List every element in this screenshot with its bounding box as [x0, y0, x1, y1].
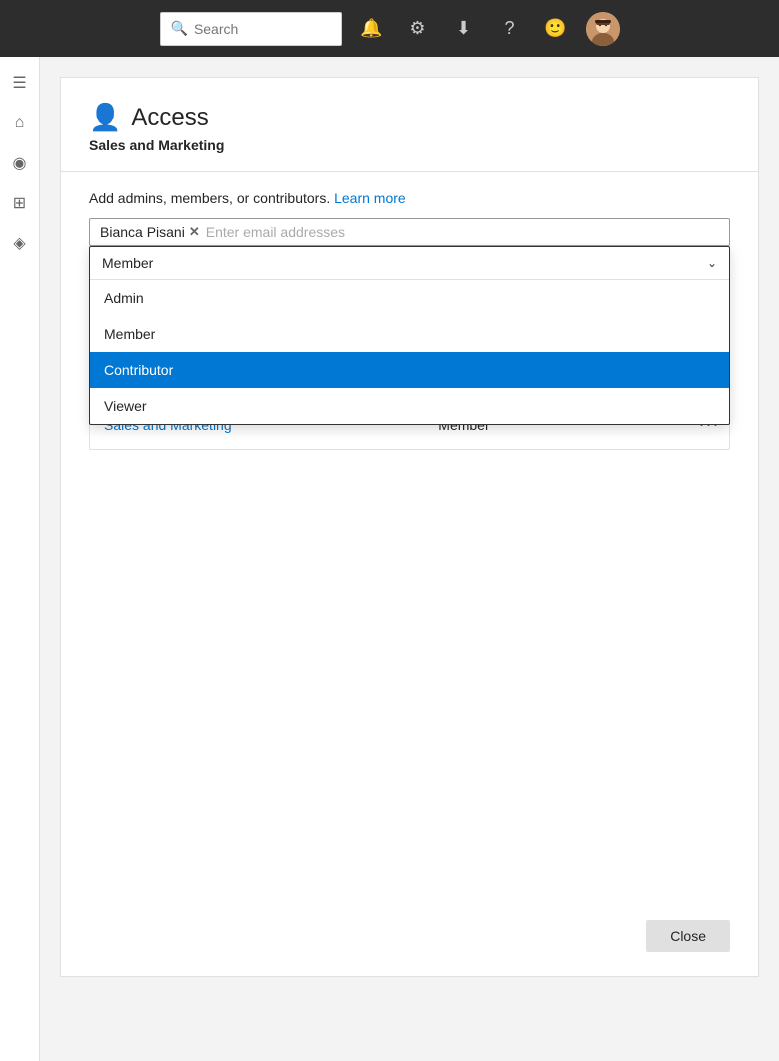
- sidebar-menu-icon[interactable]: ☰: [2, 65, 38, 101]
- content-area: 👤 Access Sales and Marketing Add admins,…: [40, 57, 779, 1061]
- learn-more-link[interactable]: Learn more: [334, 190, 406, 206]
- dropdown-option-member[interactable]: Member: [90, 316, 729, 352]
- chip-label: Bianca Pisani: [100, 224, 185, 240]
- add-description: Add admins, members, or contributors. Le…: [89, 190, 730, 206]
- access-header: 👤 Access: [89, 102, 730, 133]
- download-icon[interactable]: ⬇: [448, 13, 480, 45]
- access-panel: 👤 Access Sales and Marketing Add admins,…: [60, 77, 759, 977]
- email-placeholder[interactable]: Enter email addresses: [206, 224, 719, 240]
- main-layout: ☰ ⌂ ◉ ⊞ ◈ 👤 Access Sales and Marketing A…: [0, 57, 779, 1061]
- access-title: Access: [131, 104, 208, 132]
- email-chip: Bianca Pisani ✕: [100, 224, 200, 240]
- notification-icon[interactable]: 🔔: [356, 13, 388, 45]
- avatar[interactable]: [586, 12, 620, 46]
- topbar: 🔍 🔔 ⚙ ⬇ ? 🙂: [0, 0, 779, 57]
- divider: [61, 171, 758, 172]
- chip-remove-icon[interactable]: ✕: [189, 224, 200, 240]
- search-icon: 🔍: [171, 20, 188, 37]
- sidebar-nav-2[interactable]: ⊞: [2, 185, 38, 221]
- sidebar-home-icon[interactable]: ⌂: [2, 105, 38, 141]
- search-input[interactable]: [194, 21, 324, 37]
- avatar-image: [586, 12, 620, 46]
- close-button[interactable]: Close: [646, 920, 730, 952]
- dropdown-list[interactable]: Member ⌄ Admin Member Contributor Viewer: [89, 246, 730, 425]
- search-box[interactable]: 🔍: [160, 12, 342, 46]
- dropdown-option-viewer[interactable]: Viewer: [90, 388, 729, 424]
- dropdown-option-contributor[interactable]: Contributor: [90, 352, 729, 388]
- sidebar-nav-3[interactable]: ◈: [2, 225, 38, 261]
- access-person-icon: 👤: [89, 102, 121, 133]
- dropdown-chevron-icon: ⌄: [707, 256, 717, 270]
- access-subtitle: Sales and Marketing: [89, 137, 730, 153]
- settings-icon[interactable]: ⚙: [402, 13, 434, 45]
- dropdown-header[interactable]: Member ⌄: [90, 247, 729, 280]
- help-icon[interactable]: ?: [494, 13, 526, 45]
- add-desc-text: Add admins, members, or contributors.: [89, 190, 330, 206]
- dropdown-option-admin[interactable]: Admin: [90, 280, 729, 316]
- email-input-row[interactable]: Bianca Pisani ✕ Enter email addresses: [89, 218, 730, 246]
- dropdown-selected-label: Member: [102, 255, 153, 271]
- close-button-row: Close: [646, 920, 730, 952]
- sidebar-nav-1[interactable]: ◉: [2, 145, 38, 181]
- sidebar: ☰ ⌂ ◉ ⊞ ◈: [0, 57, 40, 1061]
- feedback-icon[interactable]: 🙂: [540, 13, 572, 45]
